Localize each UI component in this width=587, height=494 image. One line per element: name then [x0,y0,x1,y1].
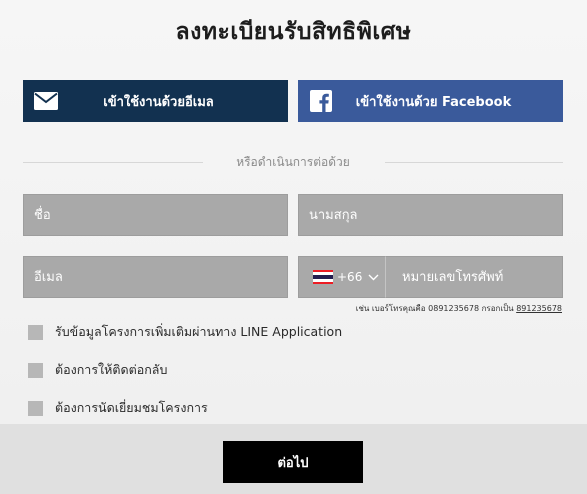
or-divider: หรือดำเนินการต่อด้วย [23,152,563,172]
email-input[interactable] [24,257,287,297]
checkbox-contact-back[interactable]: ต้องการให้ติดต่อกลับ [28,360,167,380]
registration-page: ลงทะเบียนรับสิทธิพิเศษ เข้าใช้งานด้วยอีเ… [0,0,587,494]
first-name-input[interactable] [24,195,287,235]
next-button[interactable]: ต่อไป [223,441,363,483]
first-name-field-wrapper [23,194,288,236]
envelope-icon [33,90,59,112]
checkbox-box[interactable] [28,324,43,340]
email-login-label: เข้าใช้งานด้วยอีเมล [103,94,214,110]
page-title: ลงทะเบียนรับสิทธิพิเศษ [175,19,412,45]
country-code-value: +66 [337,270,363,284]
facebook-login-button[interactable]: เข้าใช้งานด้วย Facebook [298,80,563,122]
phone-hint: เช่น เบอร์โทรคุณคือ 0891235678 กรอกเป็น … [300,302,562,315]
divider-text: หรือดำเนินการต่อด้วย [236,155,350,169]
checkbox-box[interactable] [28,362,43,378]
phone-input[interactable] [386,257,562,297]
phone-hint-example: 891235678 [516,304,562,313]
facebook-icon [308,90,334,112]
thailand-flag-icon [313,270,333,284]
checkbox-label: รับข้อมูลโครงการเพิ่มเติมผ่านทาง LINE Ap… [55,324,343,339]
checkbox-label: ต้องการนัดเยี่ยมชมโครงการ [55,400,208,415]
last-name-field-wrapper [298,194,563,236]
phone-hint-text: เช่น เบอร์โทรคุณคือ 0891235678 กรอกเป็น [355,304,517,313]
facebook-login-label: เข้าใช้งานด้วย Facebook [355,94,512,110]
phone-field-wrapper [386,256,563,298]
chevron-down-icon [368,270,379,284]
checkbox-visit-project[interactable]: ต้องการนัดเยี่ยมชมโครงการ [28,398,208,418]
checkbox-line-application[interactable]: รับข้อมูลโครงการเพิ่มเติมผ่านทาง LINE Ap… [28,322,342,342]
email-field-wrapper [23,256,288,298]
country-code-select[interactable]: +66 [298,256,386,298]
email-login-button[interactable]: เข้าใช้งานด้วยอีเมล [23,80,288,122]
last-name-input[interactable] [299,195,562,235]
checkbox-label: ต้องการให้ติดต่อกลับ [55,362,168,377]
checkbox-box[interactable] [28,400,43,416]
